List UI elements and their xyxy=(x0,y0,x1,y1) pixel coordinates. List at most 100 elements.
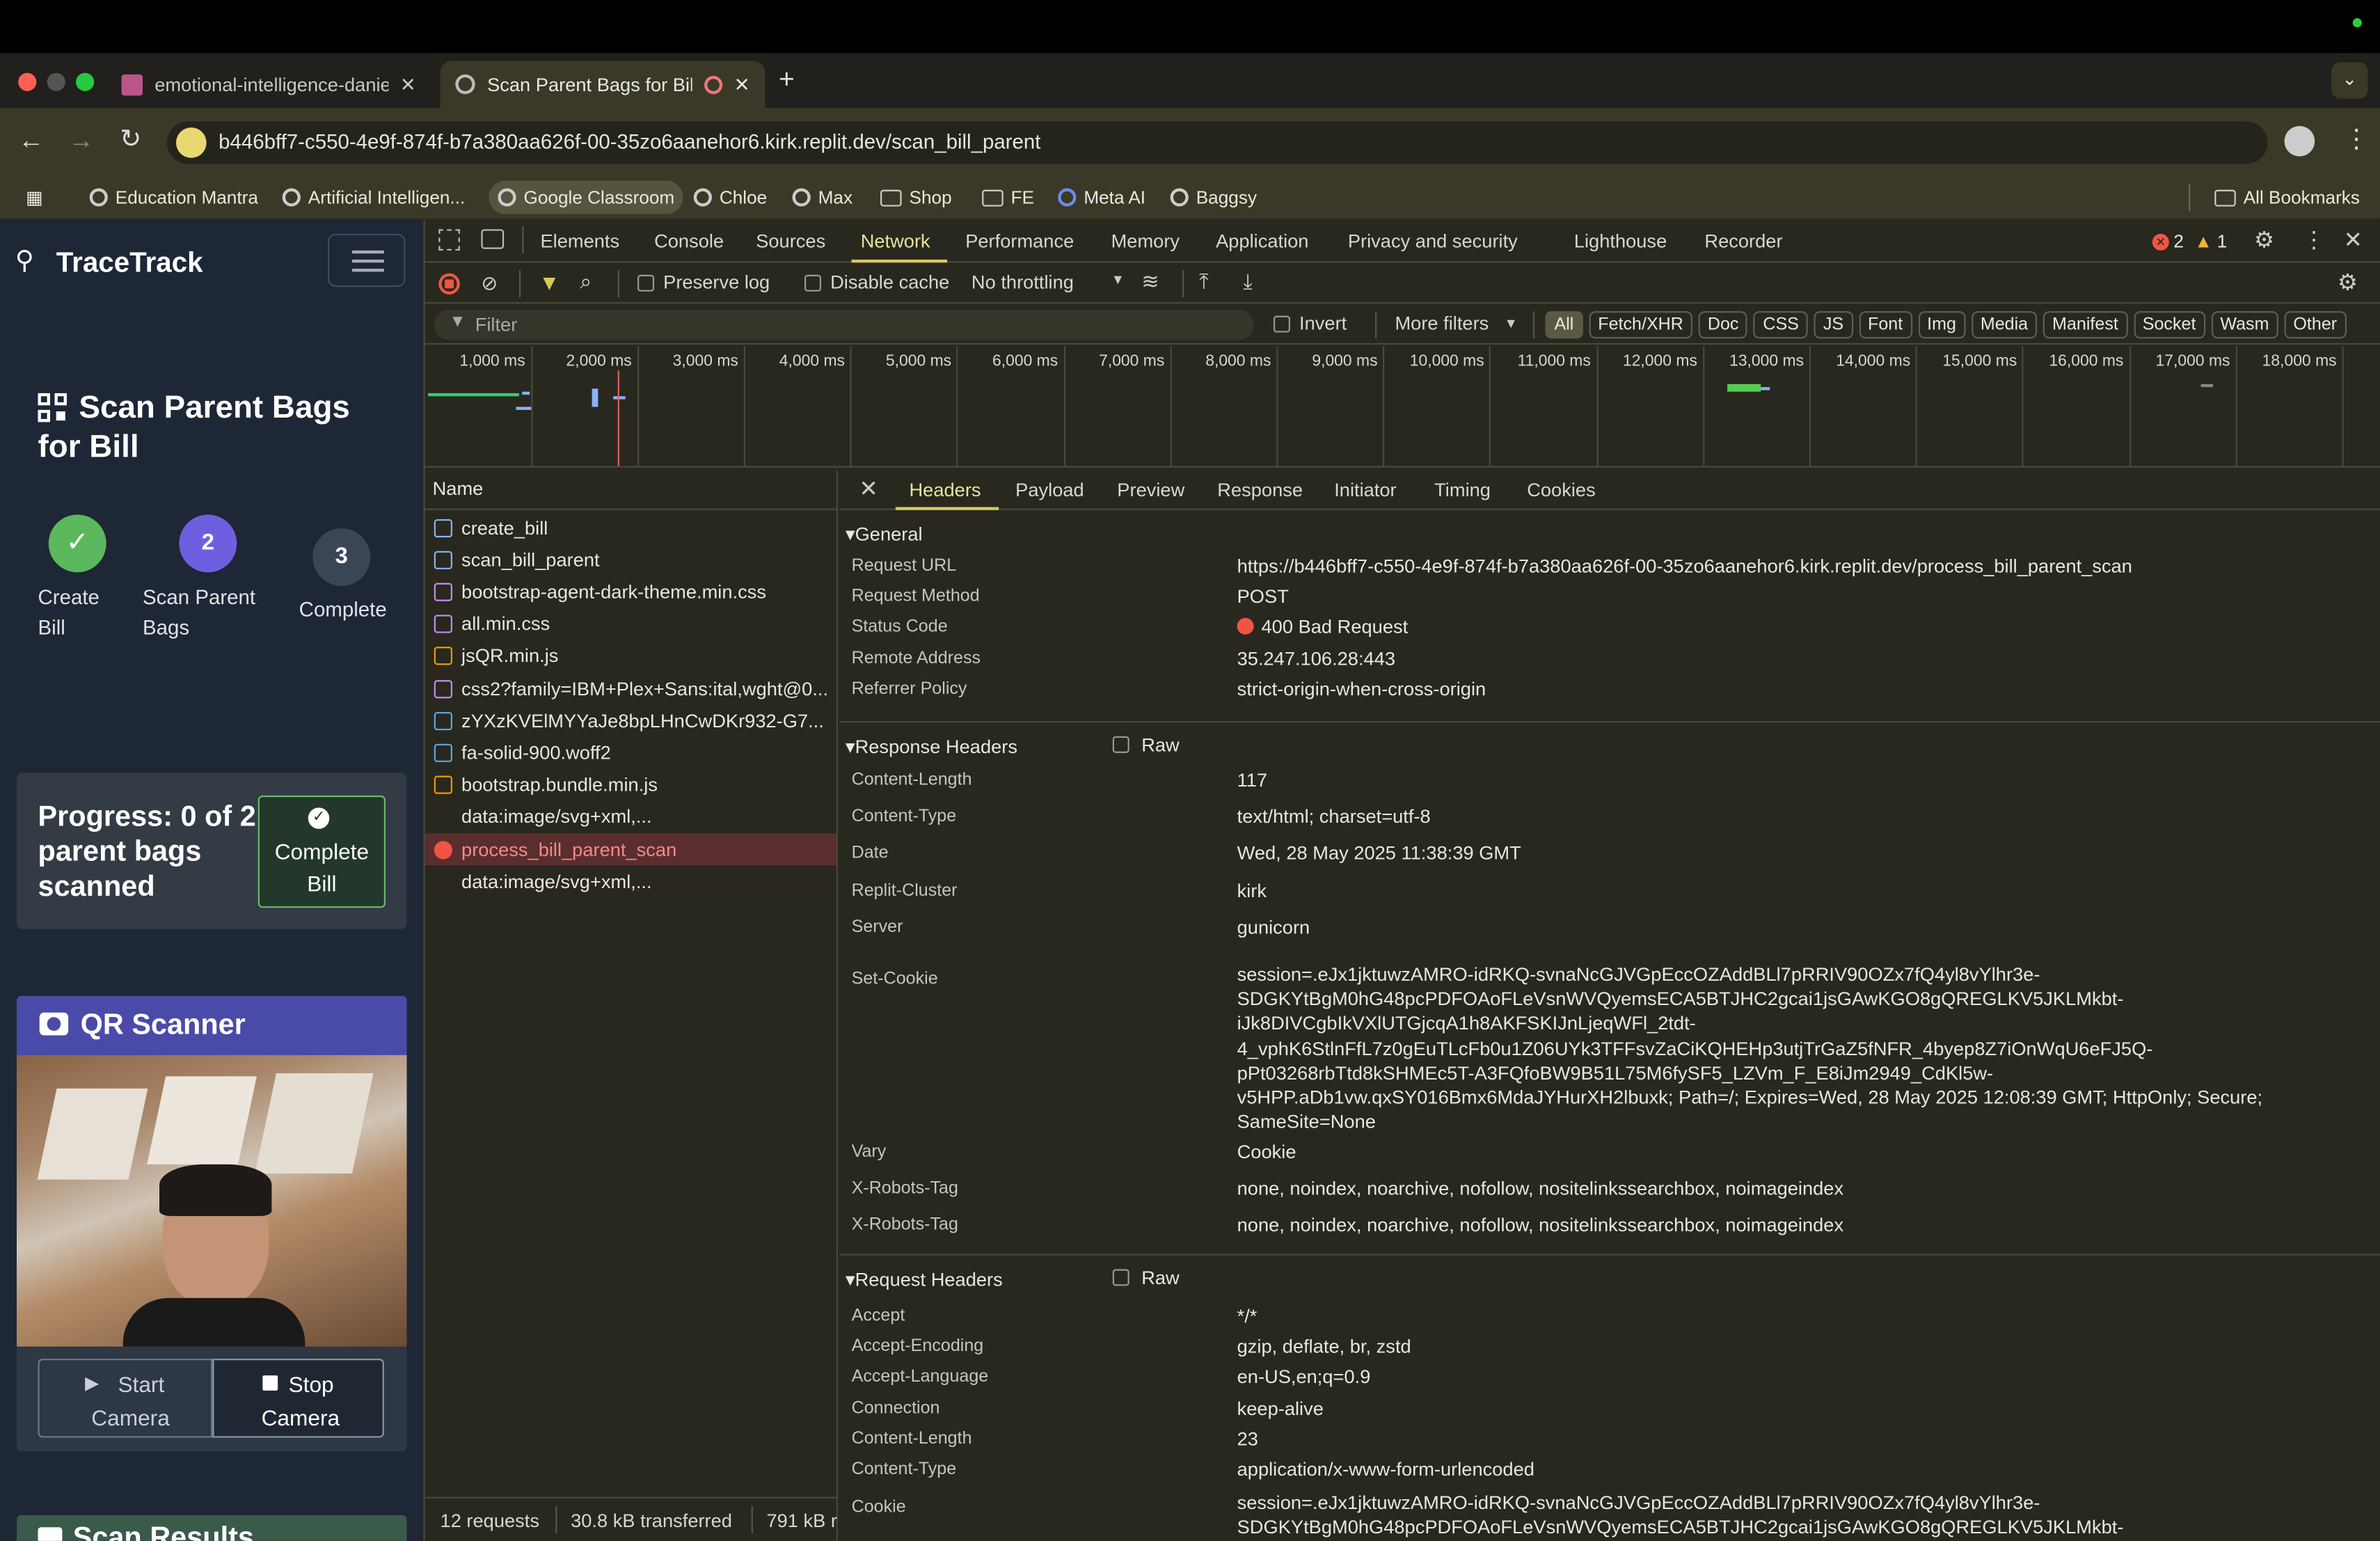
bookmark-item[interactable]: Baggsy xyxy=(1170,187,1257,208)
detail-tab-initiator[interactable]: Initiator xyxy=(1334,480,1396,501)
stop-camera-button[interactable]: Stop Camera xyxy=(212,1359,384,1438)
bookmark-item[interactable]: Artificial Intelligen... xyxy=(282,187,465,208)
type-filter-all[interactable]: All xyxy=(1545,311,1583,339)
request-row[interactable]: data:image/svg+xml,... xyxy=(425,801,836,833)
type-filter-wasm[interactable]: Wasm xyxy=(2211,311,2278,339)
hamburger-menu-button[interactable] xyxy=(328,233,406,287)
profile-avatar[interactable] xyxy=(2284,126,2315,157)
more-filters-dropdown[interactable]: More filters xyxy=(1395,313,1489,334)
url-text[interactable]: b446bff7-c550-4e9f-874f-b7a380aa626f-00-… xyxy=(219,131,1040,154)
header-value[interactable]: keep-alive xyxy=(1237,1398,1324,1419)
device-toolbar-icon[interactable] xyxy=(481,229,505,249)
request-row[interactable]: create_bill xyxy=(425,512,836,544)
browser-menu-icon[interactable]: ⋮ xyxy=(2344,125,2370,155)
header-value[interactable]: 400 Bad Request xyxy=(1237,617,1408,638)
forward-icon[interactable]: → xyxy=(68,126,94,157)
site-info-icon[interactable] xyxy=(176,127,207,158)
browser-tab-active[interactable]: Scan Parent Bags for Bill ✕ xyxy=(440,61,765,108)
header-value[interactable]: gzip, deflate, br, zstd xyxy=(1237,1336,1411,1358)
tab-application[interactable]: Application xyxy=(1216,231,1308,253)
close-devtools-icon[interactable]: ✕ xyxy=(2344,226,2363,253)
browser-tab[interactable]: emotional-intelligence-daniel ✕ xyxy=(106,61,431,108)
request-row[interactable]: bootstrap-agent-dark-theme.min.css xyxy=(425,576,836,608)
header-value[interactable]: 23 xyxy=(1237,1428,1258,1450)
filter-input[interactable]: ▼ Filter xyxy=(434,309,1254,340)
bookmark-item[interactable]: Max xyxy=(792,187,852,208)
tab-recorder[interactable]: Recorder xyxy=(1704,231,1782,253)
search-icon[interactable]: ⌕ xyxy=(580,269,592,294)
filter-funnel-icon[interactable]: ▼ xyxy=(539,270,560,294)
detail-tab-cookies[interactable]: Cookies xyxy=(1527,480,1596,501)
minimize-window-icon[interactable] xyxy=(47,72,65,91)
response-headers-toggle[interactable]: ▾Response Headers xyxy=(846,733,1017,760)
back-icon[interactable]: ← xyxy=(18,126,44,157)
maximize-window-icon[interactable] xyxy=(76,72,95,91)
bookmark-folder[interactable]: FE xyxy=(982,187,1034,208)
header-value[interactable]: none, noindex, noarchive, nofollow, nosi… xyxy=(1237,1178,1843,1200)
column-header-name[interactable]: Name xyxy=(433,478,484,500)
tab-privacy-security[interactable]: Privacy and security xyxy=(1348,231,1518,253)
start-camera-button[interactable]: ▶ Start Camera xyxy=(38,1359,213,1438)
network-settings-icon[interactable]: ⚙ xyxy=(2338,269,2358,296)
tab-elements[interactable]: Elements xyxy=(540,231,619,253)
header-value[interactable]: en-US,en;q=0.9 xyxy=(1237,1367,1371,1389)
header-value[interactable]: kirk xyxy=(1237,880,1267,901)
detail-tab-preview[interactable]: Preview xyxy=(1117,480,1184,501)
issues-counter[interactable]: ✕ 2 ▲ 1 xyxy=(2152,231,2227,252)
bookmark-item[interactable]: Chloe xyxy=(693,187,767,208)
preserve-log-checkbox[interactable] xyxy=(637,274,655,292)
type-filter-doc[interactable]: Doc xyxy=(1698,311,1748,339)
new-tab-icon[interactable]: + xyxy=(779,64,795,96)
detail-tab-headers[interactable]: Headers xyxy=(909,480,981,501)
request-row[interactable]: all.min.css xyxy=(425,608,836,640)
header-value[interactable]: */* xyxy=(1237,1306,1258,1327)
type-filter-media[interactable]: Media xyxy=(1971,311,2038,339)
header-value[interactable]: Cookie xyxy=(1237,1141,1296,1163)
bookmark-item[interactable]: Education Mantra xyxy=(89,187,258,208)
close-detail-icon[interactable]: ✕ xyxy=(859,475,878,503)
close-tab-icon[interactable]: ✕ xyxy=(734,73,750,96)
header-value[interactable]: POST xyxy=(1237,586,1289,608)
detail-tab-response[interactable]: Response xyxy=(1217,480,1303,501)
general-section-toggle[interactable]: ▾General xyxy=(846,521,923,548)
header-value[interactable]: 35.247.106.28:443 xyxy=(1237,647,1395,669)
more-options-icon[interactable]: ⋮ xyxy=(2303,226,2326,253)
request-headers-toggle[interactable]: ▾Request Headers xyxy=(846,1266,1003,1293)
close-window-icon[interactable] xyxy=(18,72,37,91)
type-filter-manifest[interactable]: Manifest xyxy=(2042,311,2127,339)
request-row[interactable]: css2?family=IBM+Plex+Sans:ital,wght@0... xyxy=(425,672,836,704)
header-value[interactable]: none, noindex, noarchive, nofollow, nosi… xyxy=(1237,1215,1843,1237)
clear-icon[interactable]: ⊘ xyxy=(481,271,498,296)
tab-performance[interactable]: Performance xyxy=(965,231,1074,253)
bookmark-folder[interactable]: Shop xyxy=(880,187,952,208)
throttling-select[interactable]: No throttling xyxy=(971,271,1074,293)
apps-grid-icon[interactable]: ▦ xyxy=(26,187,43,208)
invert-checkbox[interactable] xyxy=(1273,315,1290,333)
detail-tab-timing[interactable]: Timing xyxy=(1434,480,1491,501)
type-filter-css[interactable]: CSS xyxy=(1754,311,1809,339)
raw-checkbox[interactable] xyxy=(1112,736,1129,753)
request-row[interactable]: data:image/svg+xml,... xyxy=(425,866,836,898)
request-row[interactable]: fa-solid-900.woff2 xyxy=(425,737,836,769)
header-value[interactable]: application/x-www-form-urlencoded xyxy=(1237,1459,1534,1480)
reload-icon[interactable]: ↻ xyxy=(120,125,141,155)
inspect-element-icon[interactable] xyxy=(438,229,460,251)
export-har-icon[interactable]: ⤓ xyxy=(1243,269,1253,294)
header-value[interactable]: 117 xyxy=(1237,770,1267,791)
type-filter-js[interactable]: JS xyxy=(1814,311,1853,339)
tab-network[interactable]: Network xyxy=(861,231,930,253)
address-bar[interactable]: b446bff7-c550-4e9f-874f-b7a380aa626f-00-… xyxy=(166,121,2268,164)
timeline-overview[interactable]: 1,000 ms 2,000 ms 3,000 ms 4,000 ms 5,000 ms… xyxy=(425,346,2380,468)
request-row[interactable]: jsQR.min.js xyxy=(425,640,836,672)
request-row[interactable]: process_bill_parent_scan xyxy=(425,833,836,866)
bookmark-item[interactable]: Meta AI xyxy=(1058,187,1145,208)
request-row[interactable]: zYXzKVElMYYaJe8bpLHnCwDKr932-G7... xyxy=(425,704,836,736)
disable-cache-checkbox[interactable] xyxy=(804,274,821,292)
header-value[interactable]: strict-origin-when-cross-origin xyxy=(1237,679,1486,700)
type-filter-img[interactable]: Img xyxy=(1918,311,1966,339)
brand-name[interactable]: TraceTrack xyxy=(56,246,203,279)
settings-gear-icon[interactable]: ⚙ xyxy=(2254,226,2274,253)
header-value[interactable]: https://b446bff7-c550-4e9f-874f-b7a380aa… xyxy=(1237,555,2132,577)
tab-lighthouse[interactable]: Lighthouse xyxy=(1574,231,1667,253)
type-filter-other[interactable]: Other xyxy=(2284,311,2347,339)
